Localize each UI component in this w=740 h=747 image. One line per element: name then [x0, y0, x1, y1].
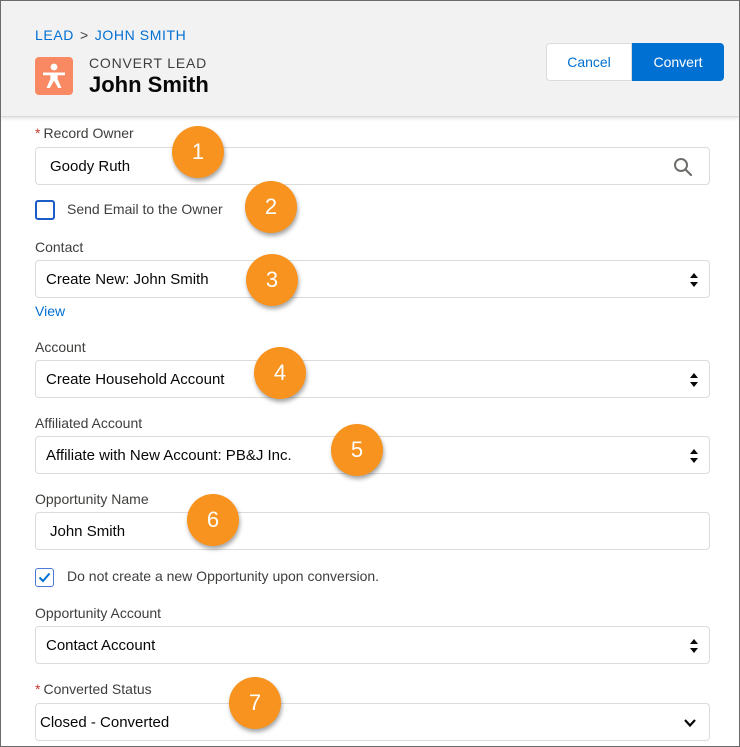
contact-value: Create New: John Smith — [46, 270, 209, 288]
callout-badge-1: 1 — [172, 126, 224, 178]
callout-badge-4: 4 — [254, 347, 306, 399]
header-button-group: Cancel Convert — [546, 43, 724, 81]
send-email-label: Send Email to the Owner — [67, 201, 223, 217]
required-marker: * — [35, 125, 41, 141]
modal-header: LEAD > JOHN SMITH CONVERT LEAD John Smith … — [1, 1, 739, 117]
convert-lead-modal: LEAD > JOHN SMITH CONVERT LEAD John Smith … — [0, 0, 740, 747]
converted-status-label-text: Converted Status — [43, 681, 152, 697]
callout-badge-7: 7 — [229, 677, 281, 729]
opportunity-name-input[interactable]: John Smith — [35, 512, 710, 550]
chevron-down-icon — [684, 719, 696, 728]
updown-arrows-icon — [690, 373, 698, 387]
breadcrumb-separator: > — [79, 27, 89, 43]
convert-button[interactable]: Convert — [632, 43, 724, 81]
callout-badge-3: 3 — [246, 254, 298, 306]
converted-status-label: * Converted Status — [35, 681, 152, 697]
affiliated-account-label: Affiliated Account — [35, 415, 143, 431]
opportunity-name-label: Opportunity Name — [35, 491, 149, 507]
converted-status-value: Closed - Converted — [40, 713, 170, 731]
breadcrumb-record-link[interactable]: JOHN SMITH — [95, 27, 187, 43]
lead-person-icon — [35, 57, 73, 95]
updown-arrows-icon — [690, 639, 698, 653]
header-eyebrow: CONVERT LEAD — [89, 55, 208, 71]
account-label: Account — [35, 339, 86, 355]
account-select[interactable]: Create Household Account — [35, 360, 710, 398]
affiliated-account-value: Affiliate with New Account: PB&J Inc. — [46, 446, 292, 464]
contact-select[interactable]: Create New: John Smith — [35, 260, 710, 298]
account-value: Create Household Account — [46, 370, 225, 388]
contact-view-link[interactable]: View — [35, 303, 65, 319]
callout-badge-2: 2 — [245, 181, 297, 233]
no-opportunity-label: Do not create a new Opportunity upon con… — [67, 568, 380, 584]
callout-badge-5: 5 — [331, 424, 383, 476]
send-email-checkbox[interactable] — [35, 200, 55, 220]
search-icon[interactable] — [673, 157, 693, 177]
opportunity-name-value: John Smith — [50, 522, 126, 540]
page-title: John Smith — [89, 72, 209, 97]
breadcrumb-lead-link[interactable]: LEAD — [35, 27, 74, 43]
breadcrumb: LEAD > JOHN SMITH — [35, 27, 186, 43]
callout-badge-6: 6 — [187, 494, 239, 546]
opportunity-account-select[interactable]: Contact Account — [35, 626, 710, 664]
record-owner-input[interactable]: Goody Ruth — [35, 147, 710, 185]
cancel-button[interactable]: Cancel — [546, 43, 632, 81]
record-owner-label: * Record Owner — [35, 125, 134, 141]
contact-label: Contact — [35, 239, 84, 255]
checkmark-icon — [38, 572, 51, 583]
opportunity-account-value: Contact Account — [46, 636, 156, 654]
updown-arrows-icon — [690, 273, 698, 287]
record-owner-label-text: Record Owner — [43, 125, 134, 141]
opportunity-account-label: Opportunity Account — [35, 605, 162, 621]
converted-status-select[interactable]: Closed - Converted — [35, 703, 710, 741]
no-opportunity-checkbox[interactable] — [35, 568, 54, 587]
updown-arrows-icon — [690, 449, 698, 463]
required-marker: * — [35, 681, 41, 697]
record-owner-value: Goody Ruth — [50, 157, 131, 175]
